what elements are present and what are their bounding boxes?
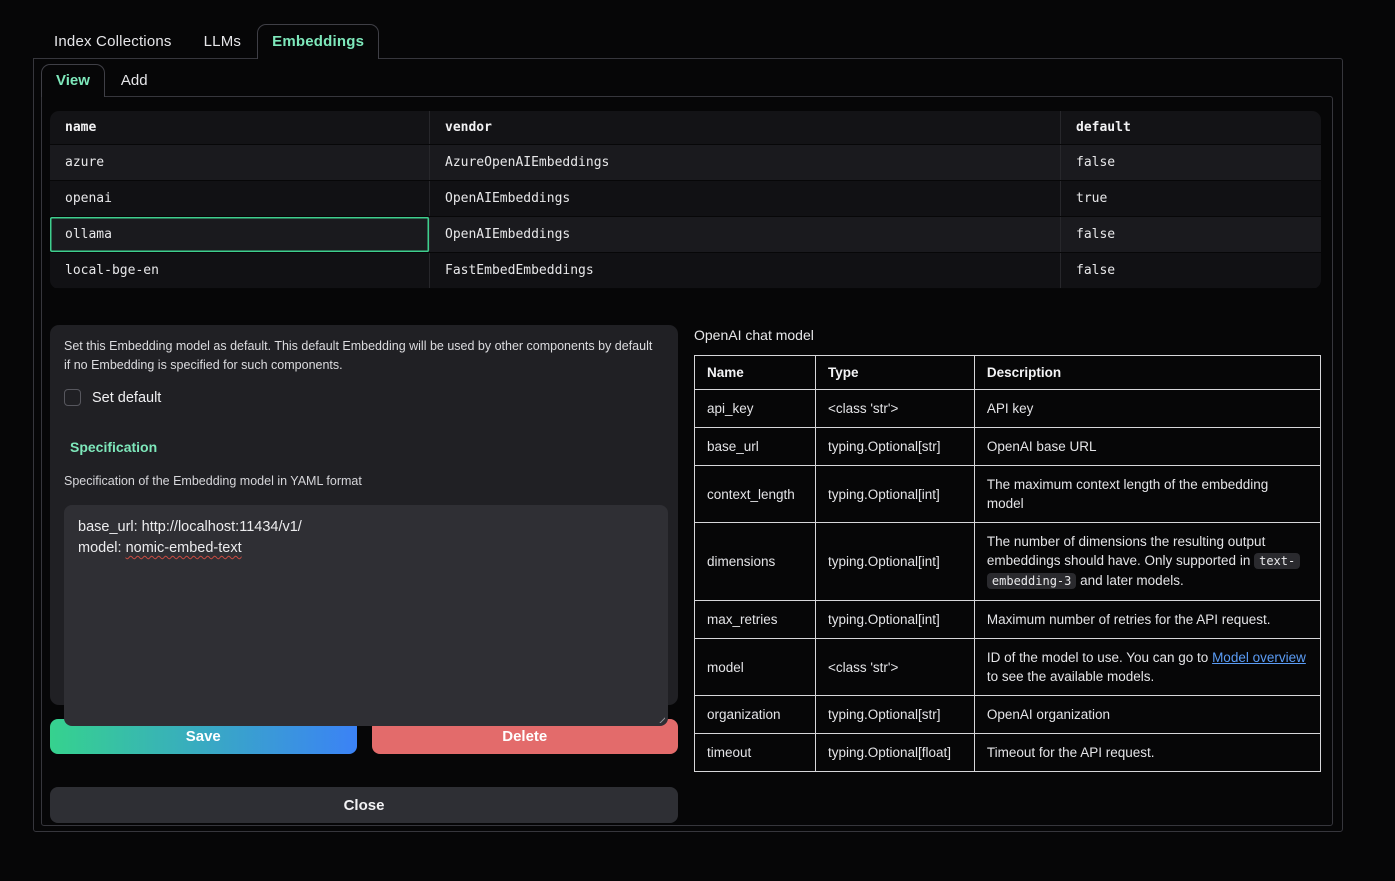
detail-columns: Set this Embedding model as default. Thi… [50, 325, 1324, 823]
tab-view[interactable]: View [41, 64, 105, 97]
field-name: context_length [695, 466, 816, 523]
yaml-line-1: base_url: http://localhost:11434/v1/ [78, 517, 654, 538]
doc-row-max-retries: max_retries typing.Optional[int] Maximum… [695, 601, 1321, 639]
cell-vendor: FastEmbedEmbeddings [430, 253, 1061, 288]
field-description: The number of dimensions the resulting o… [974, 523, 1320, 601]
field-description: ID of the model to use. You can go to Mo… [974, 639, 1320, 696]
sub-tab-bar: View Add [41, 59, 1331, 96]
edit-column: Set this Embedding model as default. Thi… [50, 325, 678, 823]
doc-column: OpenAI chat model Name Type Description [694, 325, 1321, 823]
field-name: model [695, 639, 816, 696]
field-name: base_url [695, 428, 816, 466]
field-description: Timeout for the API request. [974, 734, 1320, 772]
cell-vendor: OpenAIEmbeddings [430, 181, 1061, 216]
doc-row-dimensions: dimensions typing.Optional[int] The numb… [695, 523, 1321, 601]
field-description: OpenAI organization [974, 696, 1320, 734]
cell-default: false [1061, 145, 1321, 180]
model-fields-table: Name Type Description api_key <class 'st… [694, 355, 1321, 772]
specification-heading: Specification [70, 439, 664, 455]
field-name: organization [695, 696, 816, 734]
set-default-checkbox[interactable] [64, 389, 81, 406]
close-button[interactable]: Close [50, 787, 678, 823]
set-default-label: Set default [92, 390, 161, 406]
view-panel: name vendor default azure AzureOpenAIEmb… [41, 96, 1333, 826]
tab-add[interactable]: Add [105, 65, 164, 96]
doc-column-description: Description [974, 356, 1320, 390]
field-description: API key [974, 390, 1320, 428]
cell-default: true [1061, 181, 1321, 216]
app-page: Index Collections LLMs Embeddings View A… [0, 0, 1395, 881]
column-header-name: name [50, 111, 430, 144]
tab-embeddings[interactable]: Embeddings [257, 24, 379, 59]
specification-help-text: Specification of the Embedding model in … [64, 474, 664, 488]
table-row-azure[interactable]: azure AzureOpenAIEmbeddings false [50, 145, 1321, 181]
field-type: typing.Optional[int] [815, 523, 974, 601]
column-header-default: default [1061, 111, 1321, 144]
field-type: <class 'str'> [815, 390, 974, 428]
resize-handle-icon[interactable] [655, 713, 665, 723]
field-type: typing.Optional[int] [815, 601, 974, 639]
field-name: timeout [695, 734, 816, 772]
field-description: OpenAI base URL [974, 428, 1320, 466]
embeddings-table-header: name vendor default [50, 111, 1321, 145]
doc-row-api-key: api_key <class 'str'> API key [695, 390, 1321, 428]
field-name: max_retries [695, 601, 816, 639]
doc-table-header: Name Type Description [695, 356, 1321, 390]
field-type: typing.Optional[str] [815, 696, 974, 734]
set-default-help-text: Set this Embedding model as default. Thi… [64, 337, 656, 375]
field-name: dimensions [695, 523, 816, 601]
table-row-local-bge-en[interactable]: local-bge-en FastEmbedEmbeddings false [50, 253, 1321, 289]
table-row-openai[interactable]: openai OpenAIEmbeddings true [50, 181, 1321, 217]
cell-default: false [1061, 253, 1321, 288]
field-type: typing.Optional[int] [815, 466, 974, 523]
embeddings-panel: View Add name vendor default azure Azure… [33, 58, 1343, 832]
field-type: typing.Optional[float] [815, 734, 974, 772]
cell-name: local-bge-en [50, 253, 430, 288]
default-settings-panel: Set this Embedding model as default. Thi… [50, 325, 678, 705]
column-header-vendor: vendor [430, 111, 1061, 144]
yaml-line-2: model: nomic-embed-text [78, 538, 654, 559]
field-name: api_key [695, 390, 816, 428]
field-type: <class 'str'> [815, 639, 974, 696]
doc-row-base-url: base_url typing.Optional[str] OpenAI bas… [695, 428, 1321, 466]
field-description: The maximum context length of the embedd… [974, 466, 1320, 523]
tab-llms[interactable]: LLMs [188, 25, 257, 58]
doc-column-name: Name [695, 356, 816, 390]
field-description: Maximum number of retries for the API re… [974, 601, 1320, 639]
doc-column-type: Type [815, 356, 974, 390]
doc-panel-title: OpenAI chat model [694, 327, 1321, 343]
model-overview-link[interactable]: Model overview [1212, 650, 1306, 665]
table-row-ollama[interactable]: ollama OpenAIEmbeddings false [50, 217, 1321, 253]
cell-name: openai [50, 181, 430, 216]
cell-default: false [1061, 217, 1321, 252]
specification-yaml-editor[interactable]: base_url: http://localhost:11434/v1/ mod… [64, 505, 668, 726]
doc-row-model: model <class 'str'> ID of the model to u… [695, 639, 1321, 696]
field-type: typing.Optional[str] [815, 428, 974, 466]
cell-name-selected: ollama [50, 217, 430, 252]
doc-row-organization: organization typing.Optional[str] OpenAI… [695, 696, 1321, 734]
cell-vendor: OpenAIEmbeddings [430, 217, 1061, 252]
main-tab-bar: Index Collections LLMs Embeddings [33, 22, 1395, 58]
embeddings-table: name vendor default azure AzureOpenAIEmb… [50, 111, 1321, 289]
set-default-row: Set default [64, 389, 664, 406]
doc-row-context-length: context_length typing.Optional[int] The … [695, 466, 1321, 523]
cell-name: azure [50, 145, 430, 180]
doc-row-timeout: timeout typing.Optional[float] Timeout f… [695, 734, 1321, 772]
cell-vendor: AzureOpenAIEmbeddings [430, 145, 1061, 180]
tab-index-collections[interactable]: Index Collections [38, 25, 188, 58]
